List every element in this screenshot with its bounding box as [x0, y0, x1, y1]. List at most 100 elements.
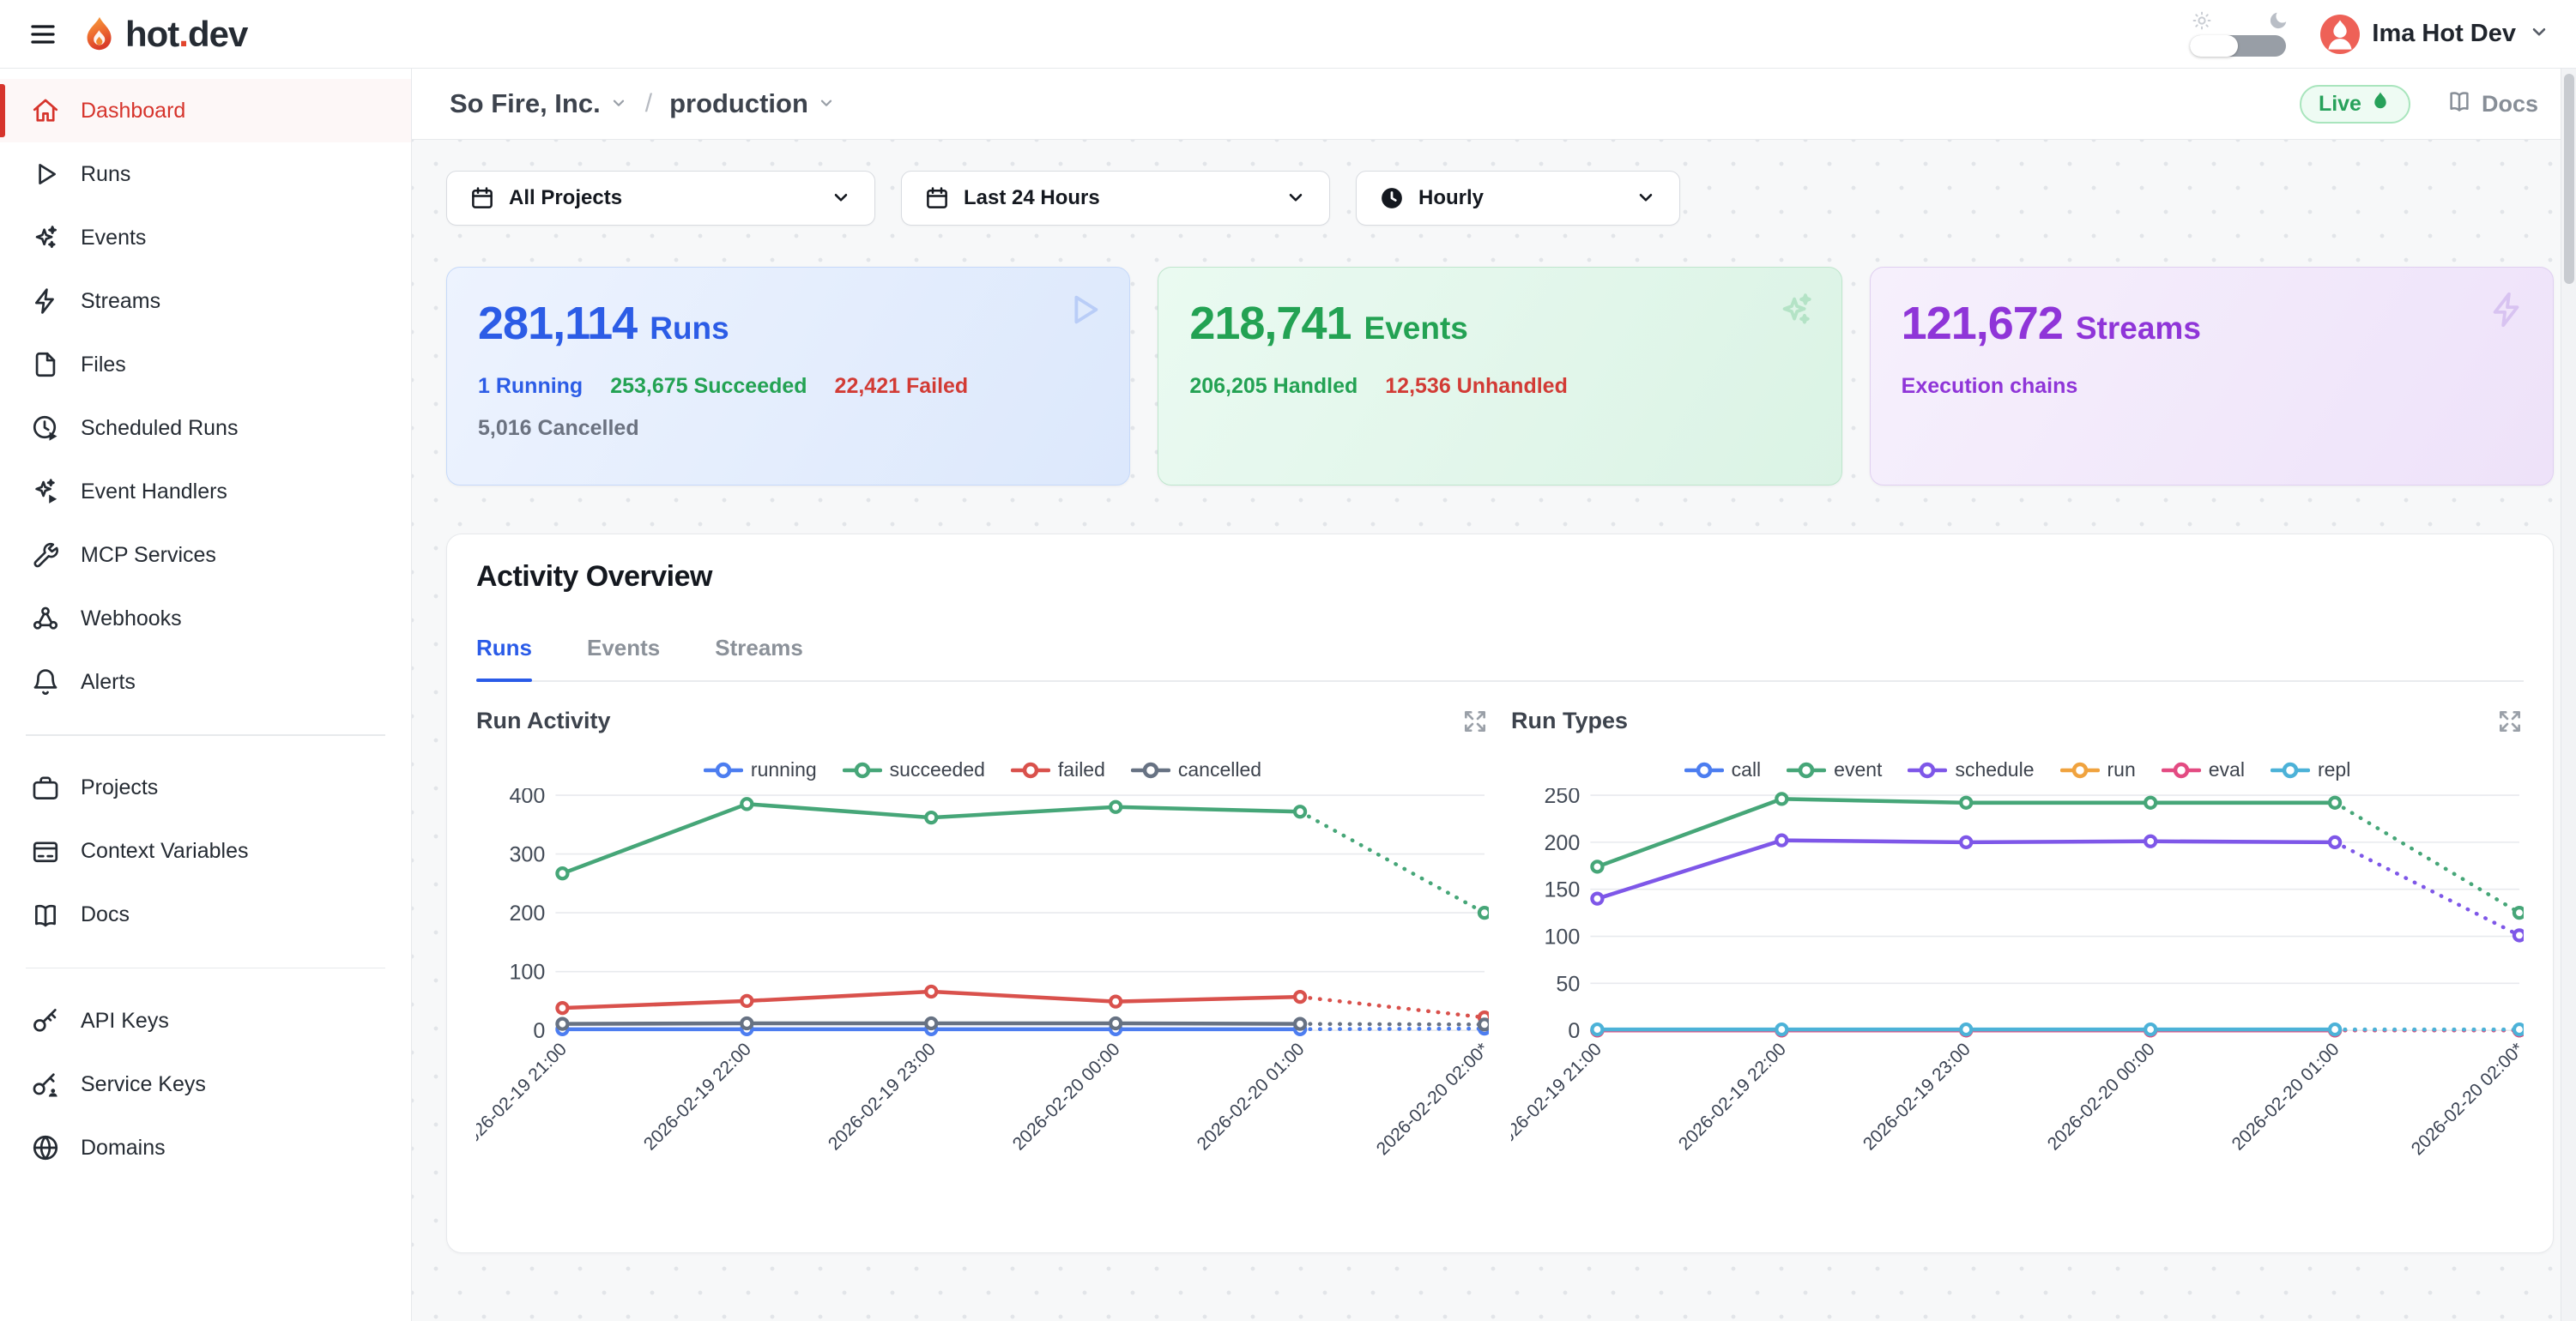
- tab-streams[interactable]: Streams: [715, 635, 803, 680]
- theme-switch-knob[interactable]: [2190, 35, 2238, 57]
- sidebar-item-label: Service Keys: [81, 1072, 206, 1097]
- chevron-down-icon: [2528, 21, 2550, 47]
- menu-icon[interactable]: [26, 17, 60, 51]
- sidebar-item-mcp-services[interactable]: MCP Services: [0, 523, 411, 587]
- scrollbar[interactable]: [2561, 69, 2576, 1321]
- theme-switch[interactable]: [2190, 35, 2286, 57]
- svg-text:2026-02-20 01:00: 2026-02-20 01:00: [1194, 1040, 1309, 1155]
- sidebar-item-label: Streams: [81, 289, 160, 314]
- stat-card-streams[interactable]: 121,672StreamsExecution chains: [1870, 267, 2554, 486]
- svg-text:50: 50: [1556, 972, 1580, 996]
- svg-text:2026-02-19 23:00: 2026-02-19 23:00: [1859, 1040, 1974, 1155]
- sidebar-item-event-handlers[interactable]: Event Handlers: [0, 460, 411, 523]
- stat-chip: 22,421 Failed: [835, 374, 969, 399]
- play-icon: [31, 160, 60, 189]
- sidebar-item-files[interactable]: Files: [0, 333, 411, 396]
- sidebar-divider: [26, 734, 385, 736]
- stat-value: 218,741: [1189, 297, 1351, 350]
- sidebar: Dashboard Runs Events Streams Files Scheduled…: [0, 69, 412, 1321]
- filter-granularity-dropdown[interactable]: Hourly: [1356, 171, 1680, 226]
- scrollbar-thumb[interactable]: [2564, 74, 2574, 284]
- svg-text:2026-02-20 00:00: 2026-02-20 00:00: [1009, 1040, 1124, 1155]
- filter-time-range-dropdown[interactable]: Last 24 Hours: [901, 171, 1330, 226]
- legend-item-run[interactable]: run: [2060, 758, 2136, 781]
- theme-toggle[interactable]: [2190, 11, 2291, 57]
- calendar-icon: [469, 185, 495, 211]
- stat-value: 121,672: [1902, 297, 2063, 350]
- flame-icon: [2369, 90, 2392, 112]
- stat-label: Streams: [2076, 311, 2201, 347]
- expand-button[interactable]: [2496, 708, 2524, 739]
- legend-label: run: [2107, 758, 2136, 781]
- sidebar-item-label: API Keys: [81, 1009, 169, 1034]
- sidebar-item-label: Files: [81, 353, 126, 377]
- legend-item-repl[interactable]: repl: [2271, 758, 2350, 781]
- legend-label: failed: [1058, 758, 1105, 781]
- legend-marker-icon: [1787, 761, 1826, 780]
- brand-logo[interactable]: hot.dev: [79, 14, 247, 55]
- legend-item-failed[interactable]: failed: [1011, 758, 1105, 781]
- sidebar-item-runs[interactable]: Runs: [0, 142, 411, 206]
- chart-legend: running succeeded failed cancelled: [476, 758, 1489, 781]
- svg-text:100: 100: [1544, 926, 1580, 950]
- tab-runs[interactable]: Runs: [476, 635, 532, 680]
- svg-text:2026-02-20 00:00: 2026-02-20 00:00: [2044, 1040, 2159, 1155]
- svg-text:2026-02-19 22:00: 2026-02-19 22:00: [1675, 1040, 1790, 1155]
- stat-label: Events: [1364, 311, 1468, 347]
- breadcrumb-org[interactable]: So Fire, Inc.: [450, 88, 628, 119]
- legend-item-running[interactable]: running: [704, 758, 817, 781]
- tab-events[interactable]: Events: [587, 635, 660, 680]
- clock-filled-icon: [1379, 185, 1405, 211]
- svg-text:300: 300: [509, 843, 545, 867]
- stat-card-runs[interactable]: 281,114Runs1 Running253,675 Succeeded22,…: [446, 267, 1130, 486]
- main-area: So Fire, Inc. / production Live Docs Al: [412, 69, 2576, 1321]
- sidebar-item-alerts[interactable]: Alerts: [0, 650, 411, 714]
- activity-overview-card: Activity Overview RunsEventsStreams Run …: [446, 534, 2554, 1253]
- legend-marker-icon: [2162, 761, 2201, 780]
- topbar: hot.dev Ima Hot Dev: [0, 0, 2576, 69]
- avatar-flame-icon: [2320, 15, 2360, 54]
- svg-text:0: 0: [533, 1019, 545, 1043]
- sidebar-item-projects[interactable]: Projects: [0, 757, 411, 820]
- live-badge[interactable]: Live: [2300, 85, 2410, 124]
- expand-button[interactable]: [1461, 708, 1489, 739]
- sidebar-item-label: Dashboard: [81, 99, 185, 124]
- sidebar-item-scheduled-runs[interactable]: Scheduled Runs: [0, 396, 411, 460]
- brand-name: hot.dev: [125, 14, 247, 55]
- legend-item-eval[interactable]: eval: [2162, 758, 2245, 781]
- chevron-down-icon: [609, 88, 628, 119]
- legend-item-call[interactable]: call: [1684, 758, 1762, 781]
- sidebar-item-events[interactable]: Events: [0, 206, 411, 269]
- filter-label: All Projects: [509, 186, 622, 210]
- svg-text:2026-02-20 02:00*: 2026-02-20 02:00*: [2408, 1040, 2524, 1160]
- legend-label: eval: [2209, 758, 2245, 781]
- legend-marker-icon: [2271, 761, 2310, 780]
- sidebar-item-service-keys[interactable]: Service Keys: [0, 1053, 411, 1116]
- filters-row: All Projects Last 24 Hours Hourly: [446, 171, 2554, 226]
- sidebar-item-domains[interactable]: Domains: [0, 1116, 411, 1179]
- sidebar-item-streams[interactable]: Streams: [0, 269, 411, 333]
- legend-item-schedule[interactable]: schedule: [1908, 758, 2034, 781]
- file-icon: [31, 350, 60, 379]
- sidebar-item-context-variables[interactable]: Context Variables: [0, 820, 411, 884]
- sidebar-item-webhooks[interactable]: Webhooks: [0, 587, 411, 650]
- sidebar-item-label: Runs: [81, 162, 130, 187]
- stat-label: Runs: [650, 311, 729, 347]
- legend-marker-icon: [1684, 761, 1724, 780]
- docs-link[interactable]: Docs: [2446, 88, 2538, 120]
- stat-card-events[interactable]: 218,741Events206,205 Handled12,536 Unhan…: [1158, 267, 1841, 486]
- sidebar-item-dashboard[interactable]: Dashboard: [0, 79, 411, 142]
- legend-item-cancelled[interactable]: cancelled: [1131, 758, 1261, 781]
- svg-text:250: 250: [1544, 788, 1580, 808]
- sidebar-item-api-keys[interactable]: API Keys: [0, 989, 411, 1053]
- legend-item-succeeded[interactable]: succeeded: [843, 758, 985, 781]
- chevron-down-icon: [1635, 186, 1657, 208]
- legend-item-event[interactable]: event: [1787, 758, 1882, 781]
- filter-project-dropdown[interactable]: All Projects: [446, 171, 875, 226]
- breadcrumb-env[interactable]: production: [669, 88, 836, 119]
- play-icon: [1064, 290, 1104, 329]
- sidebar-item-docs[interactable]: Docs: [0, 884, 411, 947]
- user-menu[interactable]: Ima Hot Dev: [2320, 15, 2550, 54]
- stat-chip: 12,536 Unhandled: [1385, 374, 1568, 399]
- chevron-down-icon: [817, 93, 836, 112]
